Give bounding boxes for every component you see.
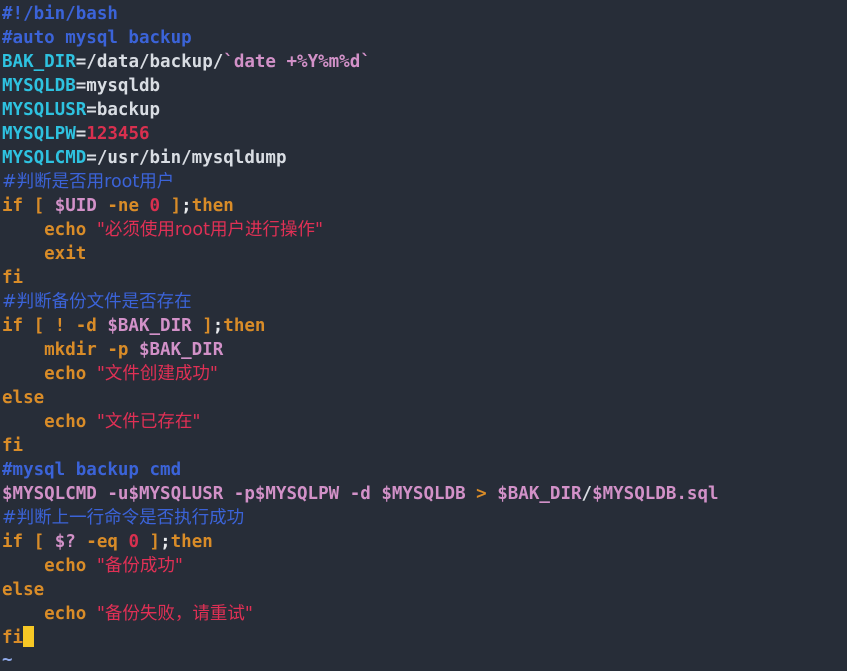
vim-empty-line-markers: ~ xyxy=(2,650,13,670)
code-token: else xyxy=(2,580,45,600)
code-token: ; xyxy=(212,316,224,336)
code-line[interactable]: fi xyxy=(2,626,847,650)
code-token: =/data/backup/ xyxy=(75,52,224,72)
code-token: $MYSQLDB xyxy=(381,484,466,504)
code-line[interactable]: echo "文件创建成功" xyxy=(2,362,847,386)
code-token: $MYSQLCMD xyxy=(2,484,97,504)
code-token: echo xyxy=(2,364,97,384)
code-token: echo xyxy=(2,412,97,432)
code-line[interactable]: echo "必须使用root用户进行操作" xyxy=(2,218,847,242)
code-token: MYSQLPW xyxy=(2,124,76,144)
code-token: $BAK_DIR xyxy=(138,340,224,360)
text-cursor xyxy=(23,626,34,647)
code-token: BAK_DIR xyxy=(2,52,76,72)
code-token: $BAK_DIR xyxy=(497,484,582,504)
code-token: =backup xyxy=(86,100,161,120)
code-token: $MYSQLPW xyxy=(254,484,340,504)
code-token: #mysql backup cmd xyxy=(2,460,182,480)
code-token: $? xyxy=(54,532,76,552)
code-line[interactable]: #mysql backup cmd xyxy=(2,458,847,482)
code-token: echo xyxy=(2,604,97,624)
code-token: if [ xyxy=(2,532,55,552)
code-line[interactable]: if [ ! -d $BAK_DIR ];then xyxy=(2,314,847,338)
code-token: =mysqldb xyxy=(75,76,161,96)
code-token: #判断是否用root用户 xyxy=(2,172,175,192)
code-token: "备份失败，请重试" xyxy=(96,604,253,624)
code-token: "文件已存在" xyxy=(96,412,201,432)
code-token: 0 xyxy=(128,532,139,552)
tilde-marker: ~ xyxy=(2,650,13,670)
code-line[interactable]: #判断上一行命令是否执行成功 xyxy=(2,506,847,530)
code-token: #判断备份文件是否存在 xyxy=(2,292,192,312)
code-token: = xyxy=(75,124,87,144)
code-token: "必须使用root用户进行操作" xyxy=(96,220,324,240)
code-token: mkdir -p xyxy=(2,340,139,360)
code-token: 123456 xyxy=(86,124,150,144)
code-line[interactable]: #auto mysql backup xyxy=(2,26,847,50)
code-line[interactable]: exit xyxy=(2,242,847,266)
code-token: ] xyxy=(139,532,161,552)
code-line[interactable]: echo "文件已存在" xyxy=(2,410,847,434)
code-token: 0 xyxy=(149,196,161,216)
code-token: then xyxy=(191,196,234,216)
code-line[interactable]: echo "备份失败，请重试" xyxy=(2,602,847,626)
code-line[interactable]: MYSQLDB=mysqldb xyxy=(2,74,847,98)
code-token: "备份成功" xyxy=(96,556,183,576)
code-token: > xyxy=(465,484,498,504)
code-token: $UID xyxy=(54,196,97,216)
code-token: MYSQLCMD xyxy=(2,148,87,168)
code-line[interactable]: BAK_DIR=/data/backup/`date +%Y%m%d` xyxy=(2,50,847,74)
code-line[interactable]: $MYSQLCMD -u$MYSQLUSR -p$MYSQLPW -d $MYS… xyxy=(2,482,847,506)
code-token: -p xyxy=(223,484,255,504)
code-token: -u xyxy=(96,484,129,504)
code-token: $BAK_DIR xyxy=(107,316,192,336)
code-token: else xyxy=(2,388,45,408)
code-line[interactable]: if [ $UID -ne 0 ];then xyxy=(2,194,847,218)
code-token: $MYSQLDB xyxy=(592,484,677,504)
code-token: then xyxy=(223,316,266,336)
code-token: then xyxy=(170,532,213,552)
terminal-window[interactable]: #!/bin/bash #auto mysql backup BAK_DIR=/da… xyxy=(0,0,847,671)
code-line[interactable]: MYSQLCMD=/usr/bin/mysqldump xyxy=(2,146,847,170)
code-token: .sql xyxy=(676,484,719,504)
code-token: MYSQLDB xyxy=(2,76,76,96)
code-line[interactable]: fi xyxy=(2,266,847,290)
code-token: echo xyxy=(2,220,97,240)
code-token: if [ ! -d xyxy=(2,316,108,336)
code-line[interactable]: #判断备份文件是否存在 xyxy=(2,290,847,314)
code-line[interactable]: #判断是否用root用户 xyxy=(2,170,847,194)
code-token: -d xyxy=(339,484,382,504)
code-token: $MYSQLUSR xyxy=(128,484,224,504)
code-token: -eq xyxy=(75,532,129,552)
code-line[interactable]: echo "备份成功" xyxy=(2,554,847,578)
code-token: / xyxy=(581,484,593,504)
code-line[interactable]: MYSQLUSR=backup xyxy=(2,98,847,122)
code-token: if [ xyxy=(2,196,55,216)
code-token: ; xyxy=(181,196,192,216)
code-token: -ne xyxy=(96,196,150,216)
code-line[interactable]: MYSQLPW=123456 xyxy=(2,122,847,146)
code-token: #!/bin/bash xyxy=(2,4,118,24)
code-line[interactable]: else xyxy=(2,386,847,410)
code-line[interactable]: else xyxy=(2,578,847,602)
code-token: `date +%Y%m%d` xyxy=(223,52,371,72)
code-token: exit xyxy=(2,244,87,264)
code-token: echo xyxy=(2,556,97,576)
code-token: ] xyxy=(160,196,182,216)
code-line[interactable]: if [ $? -eq 0 ];then xyxy=(2,530,847,554)
code-line[interactable]: mkdir -p $BAK_DIR xyxy=(2,338,847,362)
code-editor-buffer[interactable]: #!/bin/bash #auto mysql backup BAK_DIR=/da… xyxy=(2,2,847,650)
code-line[interactable]: #!/bin/bash xyxy=(2,2,847,26)
code-token: ; xyxy=(160,532,171,552)
code-token: MYSQLUSR xyxy=(2,100,87,120)
code-token: #auto mysql backup xyxy=(2,28,192,48)
code-token: #判断上一行命令是否执行成功 xyxy=(2,508,245,528)
code-token: fi xyxy=(2,436,24,456)
code-token: =/usr/bin/mysqldump xyxy=(86,148,287,168)
code-token: fi xyxy=(2,628,24,648)
code-token: ] xyxy=(191,316,213,336)
code-line[interactable]: fi xyxy=(2,434,847,458)
code-token: fi xyxy=(2,268,24,288)
code-token: "文件创建成功" xyxy=(96,364,218,384)
